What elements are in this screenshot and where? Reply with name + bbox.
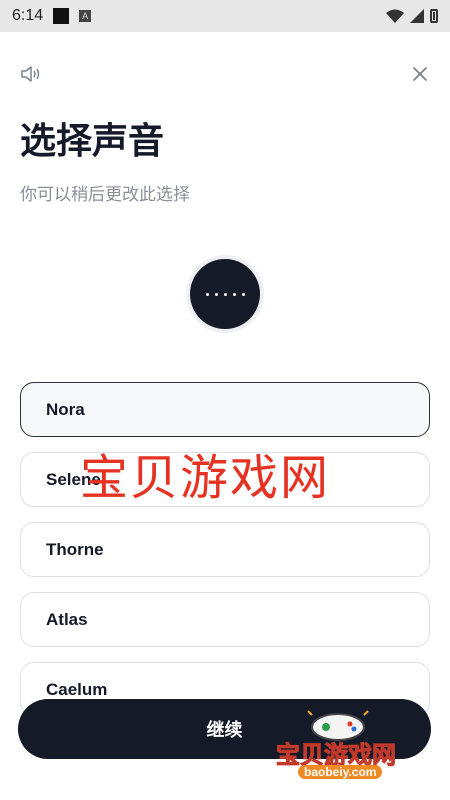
- voice-option-nora[interactable]: Nora: [20, 382, 430, 437]
- signal-icon: [410, 9, 424, 23]
- status-right: [386, 9, 438, 23]
- status-left: 6:14 A: [12, 7, 92, 25]
- page-title: 选择声音: [20, 121, 165, 162]
- voice-option-selene[interactable]: Selene: [20, 452, 430, 507]
- battery-icon: [430, 9, 438, 23]
- watermark-url: baobeiy.com: [298, 765, 383, 779]
- status-time: 6:14: [12, 7, 44, 24]
- voice-preview-button[interactable]: [190, 259, 260, 329]
- close-icon[interactable]: [410, 64, 430, 84]
- voice-option-atlas[interactable]: Atlas: [20, 592, 430, 647]
- voice-option-thorne[interactable]: Thorne: [20, 522, 430, 577]
- black-square-icon: [53, 8, 70, 24]
- continue-button[interactable]: 继续: [18, 699, 431, 759]
- status-bar: 6:14 A: [0, 0, 450, 32]
- a-box-icon: A: [79, 10, 92, 22]
- wifi-icon: [386, 9, 404, 23]
- dots-icon: [205, 292, 245, 296]
- speaker-icon[interactable]: [20, 64, 42, 84]
- page-subtitle: 你可以稍后更改此选择: [20, 185, 190, 205]
